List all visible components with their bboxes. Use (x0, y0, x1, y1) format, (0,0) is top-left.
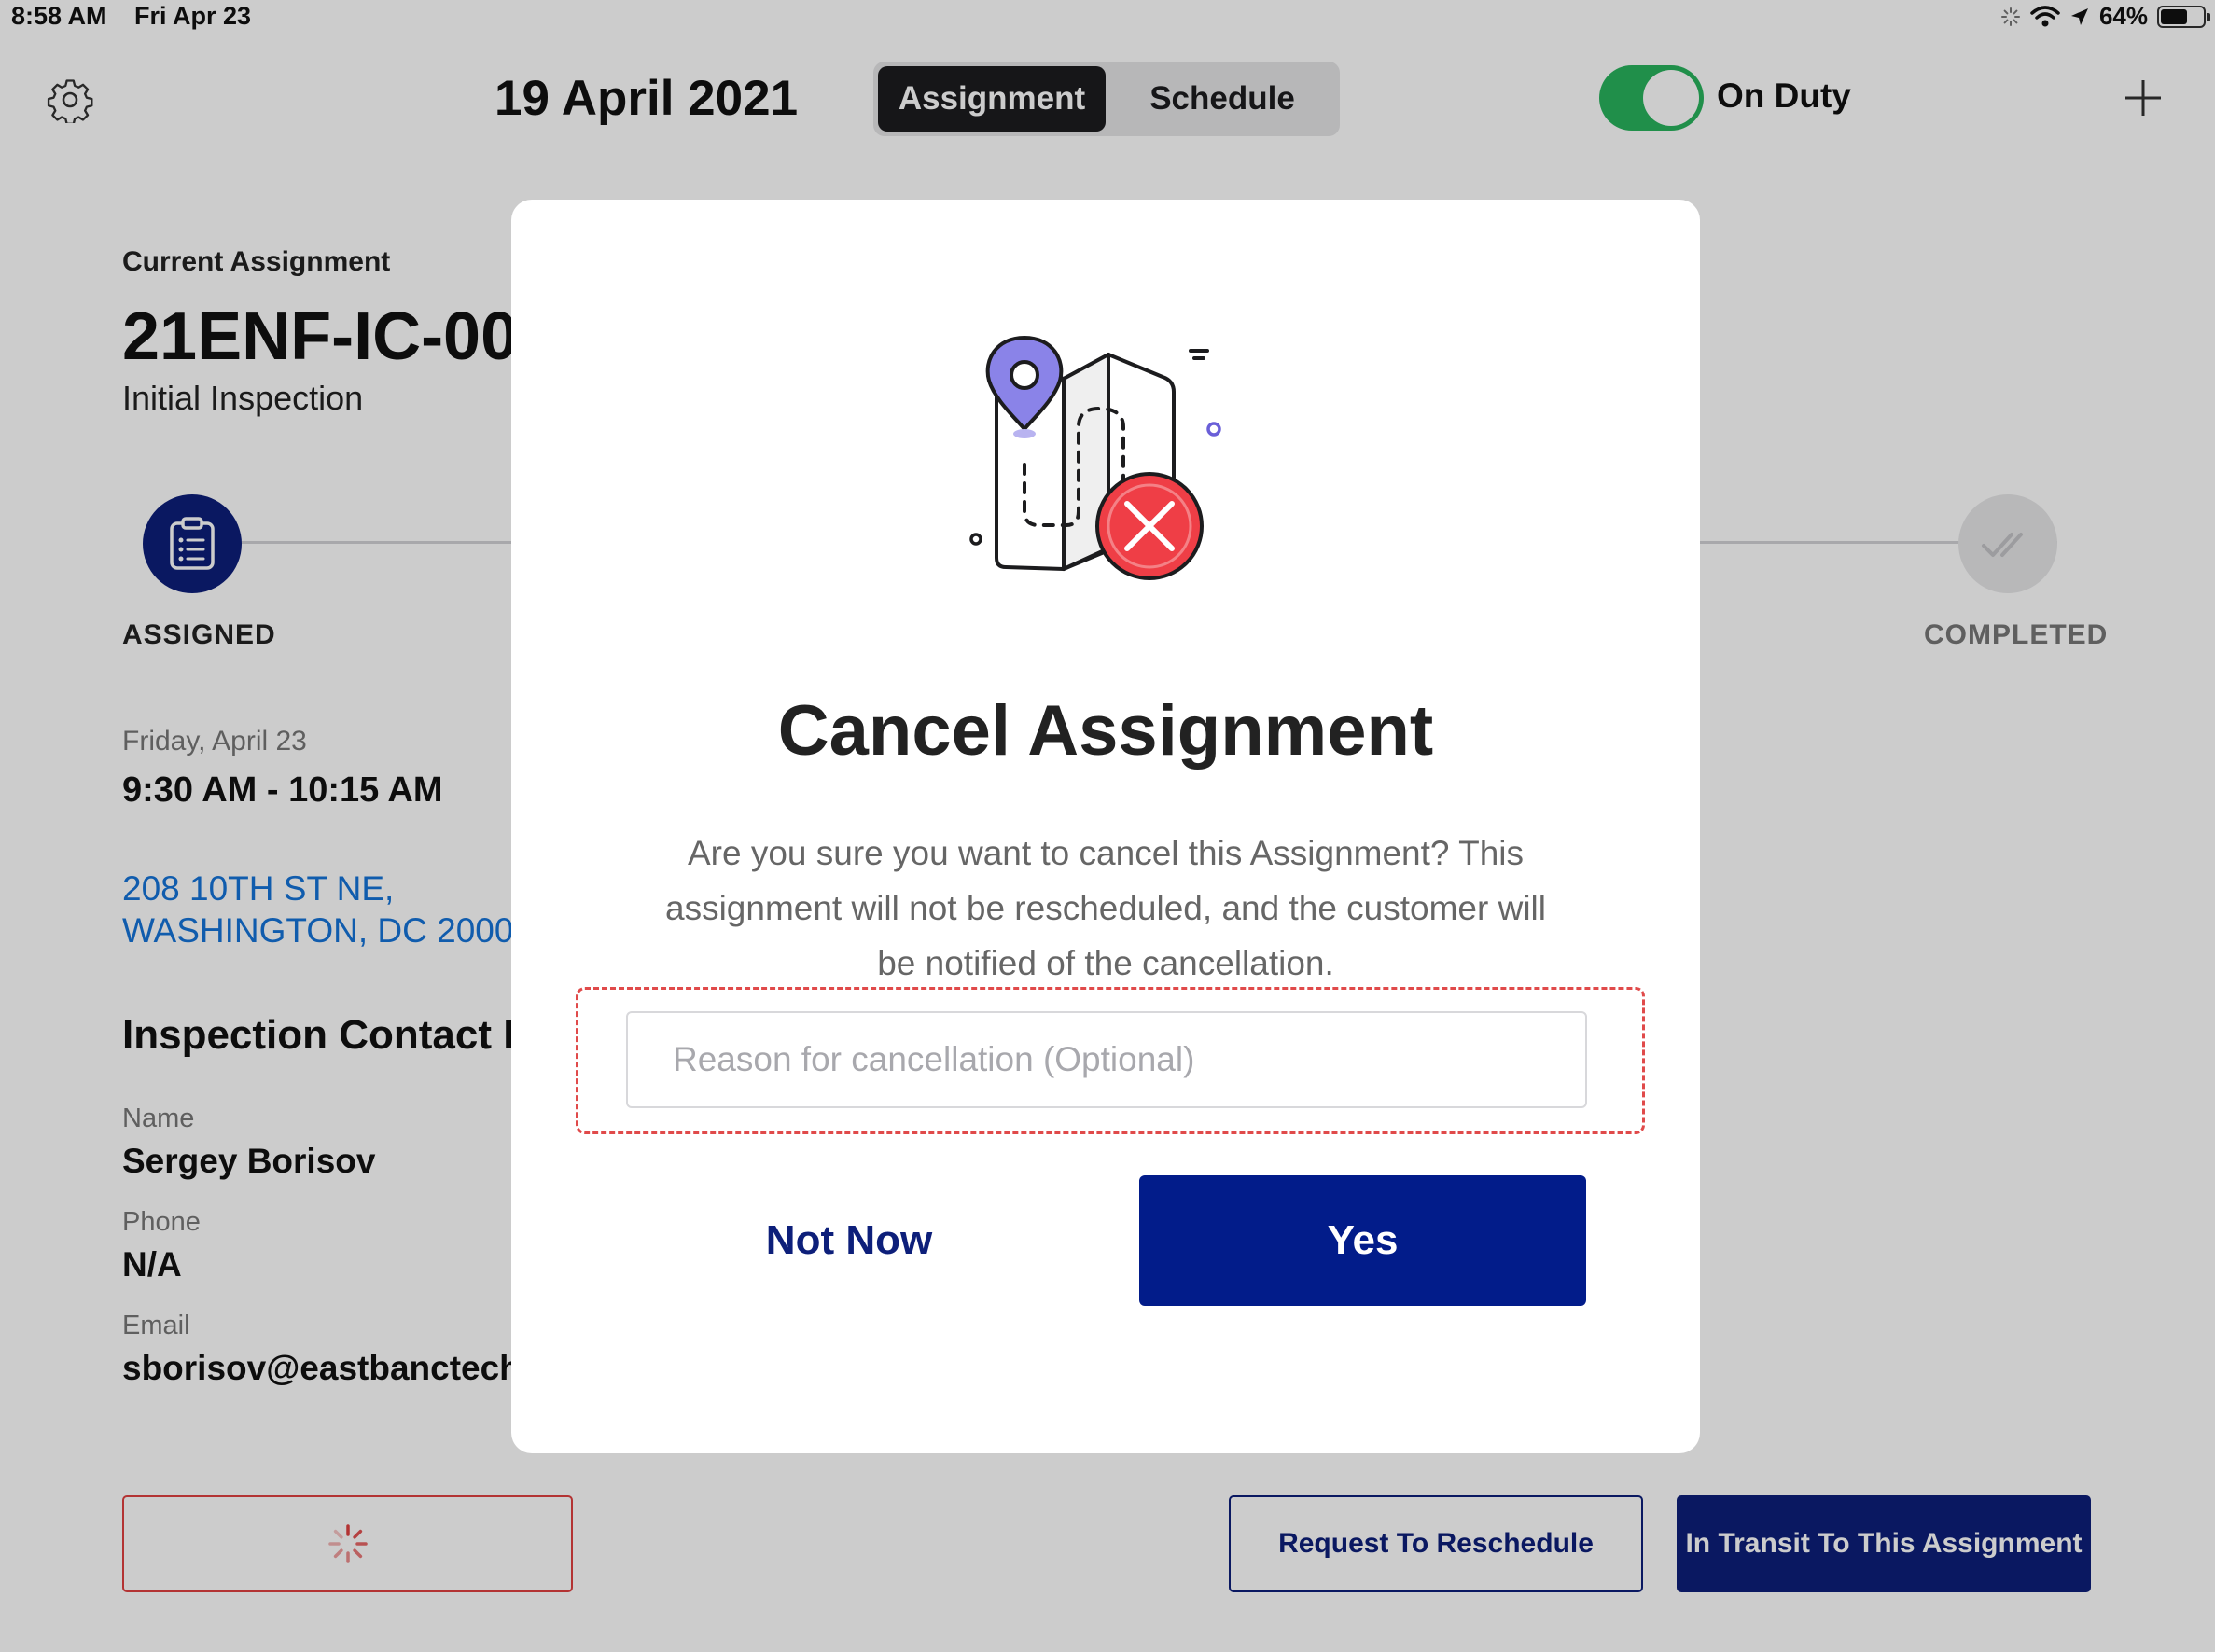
cancellation-reason-input[interactable] (626, 1011, 1587, 1108)
dialog-title: Cancel Assignment (777, 691, 1434, 770)
dialog-message: Are you sure you want to cancel this Ass… (665, 834, 1546, 982)
not-now-button[interactable]: Not Now (688, 1175, 1010, 1306)
yes-button[interactable]: Yes (1139, 1175, 1586, 1306)
map-cancel-icon (969, 335, 1221, 580)
